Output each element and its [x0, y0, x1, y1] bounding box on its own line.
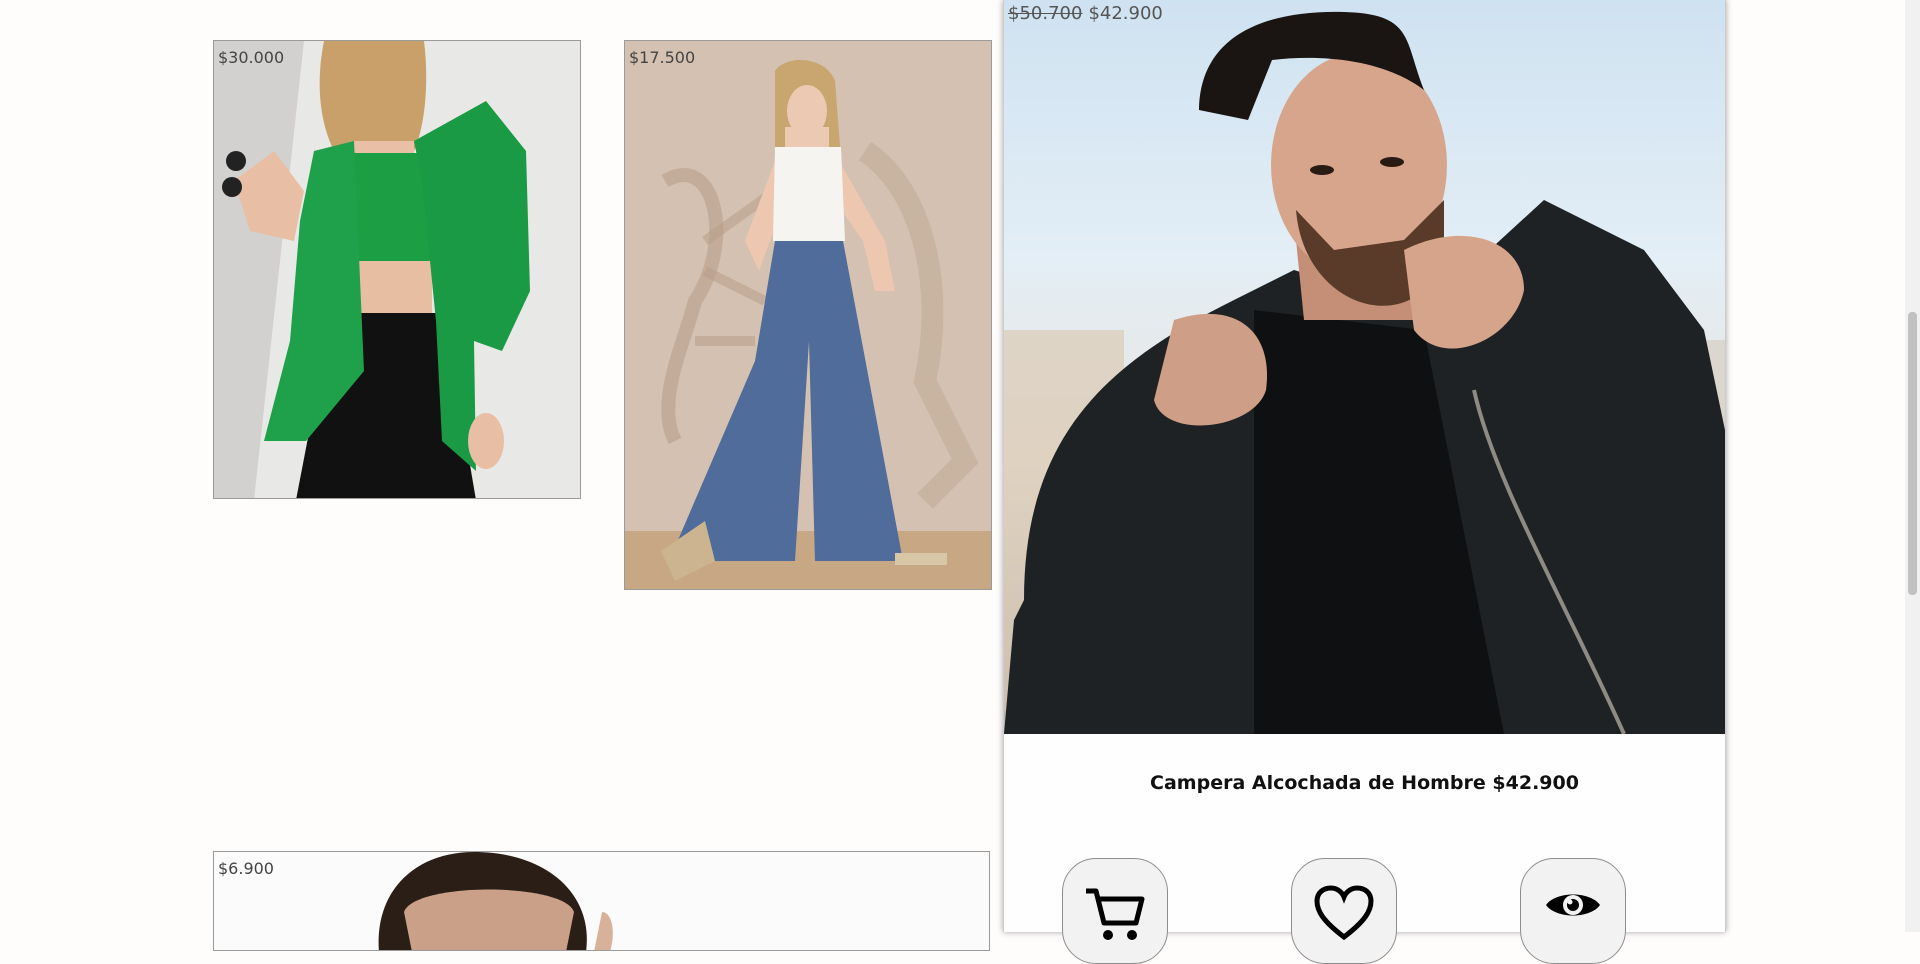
eye-icon — [1546, 894, 1600, 916]
product-image-blazer — [214, 41, 580, 498]
product-price: $6.900 — [218, 859, 274, 878]
page-scrollbar[interactable] — [1905, 0, 1920, 932]
old-price: $50.700 — [1008, 3, 1083, 24]
product-image-jeans — [625, 41, 991, 589]
current-price: $42.900 — [1088, 3, 1163, 24]
product-card-jeans[interactable]: $17.500 — [624, 40, 992, 590]
add-to-favorites-button[interactable] — [1291, 858, 1397, 964]
product-card-blazer[interactable]: $30.000 — [213, 40, 581, 499]
product-price: $17.500 — [629, 48, 696, 67]
cart-icon — [1086, 888, 1145, 940]
product-detail-caption: Campera Alcochada de Hombre $42.900 — [1150, 772, 1579, 794]
product-detail-image: $50.700 $42.900 — [1004, 0, 1725, 734]
product-detail-panel: $50.700 $42.900 Campera Alcochada de Hom… — [1003, 0, 1726, 964]
product-price: $30.000 — [218, 48, 285, 67]
product-card-shirt[interactable]: $6.900 — [213, 851, 990, 951]
scrollbar-thumb[interactable] — [1908, 312, 1917, 595]
add-to-cart-button[interactable] — [1062, 858, 1168, 964]
product-image-shirt — [378, 852, 613, 950]
view-product-button[interactable] — [1520, 858, 1626, 964]
detail-prices: $50.700 $42.900 — [1008, 3, 1163, 24]
heart-icon — [1314, 885, 1374, 941]
man-jacket-photo — [1004, 11, 1725, 734]
